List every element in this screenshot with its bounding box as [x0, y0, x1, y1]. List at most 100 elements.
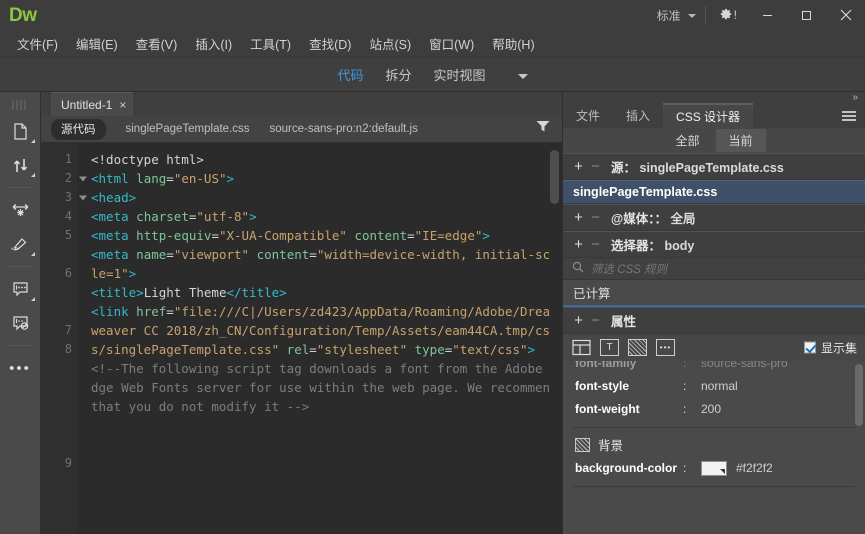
related-file-source-code[interactable]: 源代码 [51, 118, 106, 140]
view-tab-live[interactable]: 实时视图 [434, 65, 486, 84]
add-source-button[interactable]: + [573, 159, 584, 174]
workspace-switcher[interactable]: 标准 [647, 0, 703, 30]
word-wrap-button[interactable] [1, 193, 39, 227]
code-line[interactable]: <meta name="viewport" content="width=dev… [91, 245, 562, 283]
menu-tools[interactable]: 工具(T) [241, 31, 300, 56]
panel-tab-css-designer[interactable]: CSS 设计器 [663, 103, 754, 128]
property-row-font-style[interactable]: font-style : normal [563, 375, 865, 398]
filter-icon[interactable] [536, 120, 550, 138]
code-line[interactable]: <head> [91, 188, 562, 207]
layout-category-icon[interactable] [572, 339, 591, 356]
menu-window[interactable]: 窗口(W) [420, 31, 483, 56]
code-area[interactable]: 123456789 <!doctype html> <html lang="en-… [41, 143, 562, 534]
format-source-button[interactable]: <> [1, 227, 39, 261]
property-colon: : [683, 402, 687, 416]
menu-edit[interactable]: 编辑(E) [67, 31, 127, 56]
menu-find[interactable]: 查找(D) [300, 31, 360, 56]
remove-comment-button[interactable] [1, 306, 39, 340]
background-category-icon[interactable] [628, 339, 647, 356]
code-token: "utf-8" [196, 209, 250, 224]
related-files-bar: 源代码 singlePageTemplate.css source-sans-p… [41, 116, 562, 143]
hamburger-menu-icon[interactable] [842, 110, 856, 121]
close-icon[interactable]: × [119, 99, 126, 111]
property-row-font-family[interactable]: font-family : source-sans-pro [563, 361, 865, 375]
toolbar-divider [7, 187, 33, 188]
add-property-button[interactable]: + [573, 313, 584, 328]
view-tab-code[interactable]: 代码 [337, 65, 363, 84]
sync-scroll-button[interactable] [1, 148, 39, 182]
add-selector-button[interactable]: + [573, 237, 584, 252]
panel-tab-insert[interactable]: 插入 [613, 103, 663, 128]
view-mode-chevron-down-icon[interactable] [517, 73, 528, 79]
property-row-font-weight[interactable]: font-weight : 200 [563, 398, 865, 421]
code-line[interactable]: <meta http-equiv="X-UA-Compatible" conte… [91, 226, 562, 245]
toolbar-drag-handle[interactable] [12, 100, 28, 110]
expand-panels-button[interactable]: » [563, 92, 865, 103]
remove-selector-button[interactable]: − [590, 237, 601, 252]
related-file-js[interactable]: source-sans-pro:n2:default.js [270, 123, 418, 135]
property-group-divider [573, 486, 855, 487]
code-token: <meta [91, 247, 129, 262]
close-button[interactable] [826, 0, 865, 30]
line-number [41, 245, 77, 264]
menu-insert[interactable]: 插入(I) [186, 31, 241, 56]
property-list-scrollbar-thumb[interactable] [855, 364, 863, 426]
menu-view[interactable]: 查看(V) [127, 31, 187, 56]
remove-property-button[interactable]: − [590, 313, 601, 328]
code-token: charset [128, 209, 189, 224]
source-list-item-selected[interactable]: singlePageTemplate.css [563, 180, 865, 204]
code-token: content [354, 228, 408, 243]
code-line[interactable]: <link href="file:///C|/Users/zd423/AppDa… [91, 302, 562, 359]
related-file-css[interactable]: singlePageTemplate.css [126, 123, 250, 135]
open-documents-icon [13, 122, 28, 140]
maximize-button[interactable] [787, 0, 826, 30]
menu-help[interactable]: 帮助(H) [483, 31, 543, 56]
property-value[interactable]: 200 [701, 401, 721, 417]
property-row-background-color[interactable]: background-color : #f2f2f2 [563, 457, 865, 480]
remove-media-query-button[interactable]: − [590, 210, 601, 225]
scrollbar-track[interactable] [549, 147, 560, 534]
panel-tab-files[interactable]: 文件 [563, 103, 613, 128]
color-swatch[interactable] [701, 460, 727, 476]
property-value-color[interactable]: #f2f2f2 [701, 460, 773, 476]
minimize-button[interactable] [748, 0, 787, 30]
scrollbar-thumb[interactable] [550, 150, 559, 204]
property-value[interactable]: normal [701, 378, 738, 394]
menu-file[interactable]: 文件(F) [8, 31, 67, 56]
code-fold-triangle-icon[interactable] [79, 195, 87, 200]
code-line[interactable]: <html lang="en-US"> [91, 169, 562, 188]
more-options-button[interactable]: ••• [1, 351, 39, 385]
view-tab-split[interactable]: 拆分 [385, 65, 411, 84]
show-set-toggle[interactable]: 显示集 [803, 339, 857, 356]
property-list[interactable]: font-family : source-sans-pro font-style… [563, 361, 865, 534]
code-line[interactable]: <title>Light Theme</title> [91, 283, 562, 302]
code-fold-triangle-icon[interactable] [79, 176, 87, 181]
remove-source-button[interactable]: − [590, 159, 601, 174]
more-category-icon[interactable]: ••• [656, 339, 675, 356]
show-set-checkbox[interactable] [803, 341, 816, 354]
color-hex-value[interactable]: #f2f2f2 [736, 460, 773, 476]
workspace-body: <> ••• Untitled-1 × 源代码 singlePageTempla… [0, 91, 865, 534]
open-documents-button[interactable] [1, 114, 39, 148]
computed-selector-row[interactable]: 已计算 [563, 280, 865, 307]
svg-text:<>: <> [11, 245, 19, 253]
media-section-value: 全局 [670, 212, 696, 226]
code-text[interactable]: <!doctype html> <html lang="en-US"> <head>… [77, 143, 562, 534]
coding-toolbar: <> ••• [0, 92, 41, 534]
code-line[interactable]: <!--The following script tag downloads a… [91, 359, 562, 416]
preferences-button[interactable]: ! [708, 0, 748, 30]
scope-all-button[interactable]: 全部 [662, 129, 712, 152]
code-line[interactable]: <meta charset="utf-8"> [91, 207, 562, 226]
scope-current-button[interactable]: 当前 [715, 129, 766, 152]
properties-section-header: + − 属性 [563, 307, 865, 334]
menu-site[interactable]: 站点(S) [360, 31, 420, 56]
code-line[interactable]: <!doctype html> [91, 150, 562, 169]
add-media-query-button[interactable]: + [573, 210, 584, 225]
document-tab-untitled-1[interactable]: Untitled-1 × [51, 91, 134, 116]
property-value[interactable]: source-sans-pro [701, 361, 788, 371]
code-vertical-scrollbar[interactable] [549, 147, 560, 534]
word-wrap-icon [11, 202, 30, 219]
selector-filter-bar[interactable]: 筛选 CSS 规则 [563, 258, 865, 280]
apply-comment-button[interactable] [1, 272, 39, 306]
text-category-icon[interactable]: T [600, 339, 619, 356]
